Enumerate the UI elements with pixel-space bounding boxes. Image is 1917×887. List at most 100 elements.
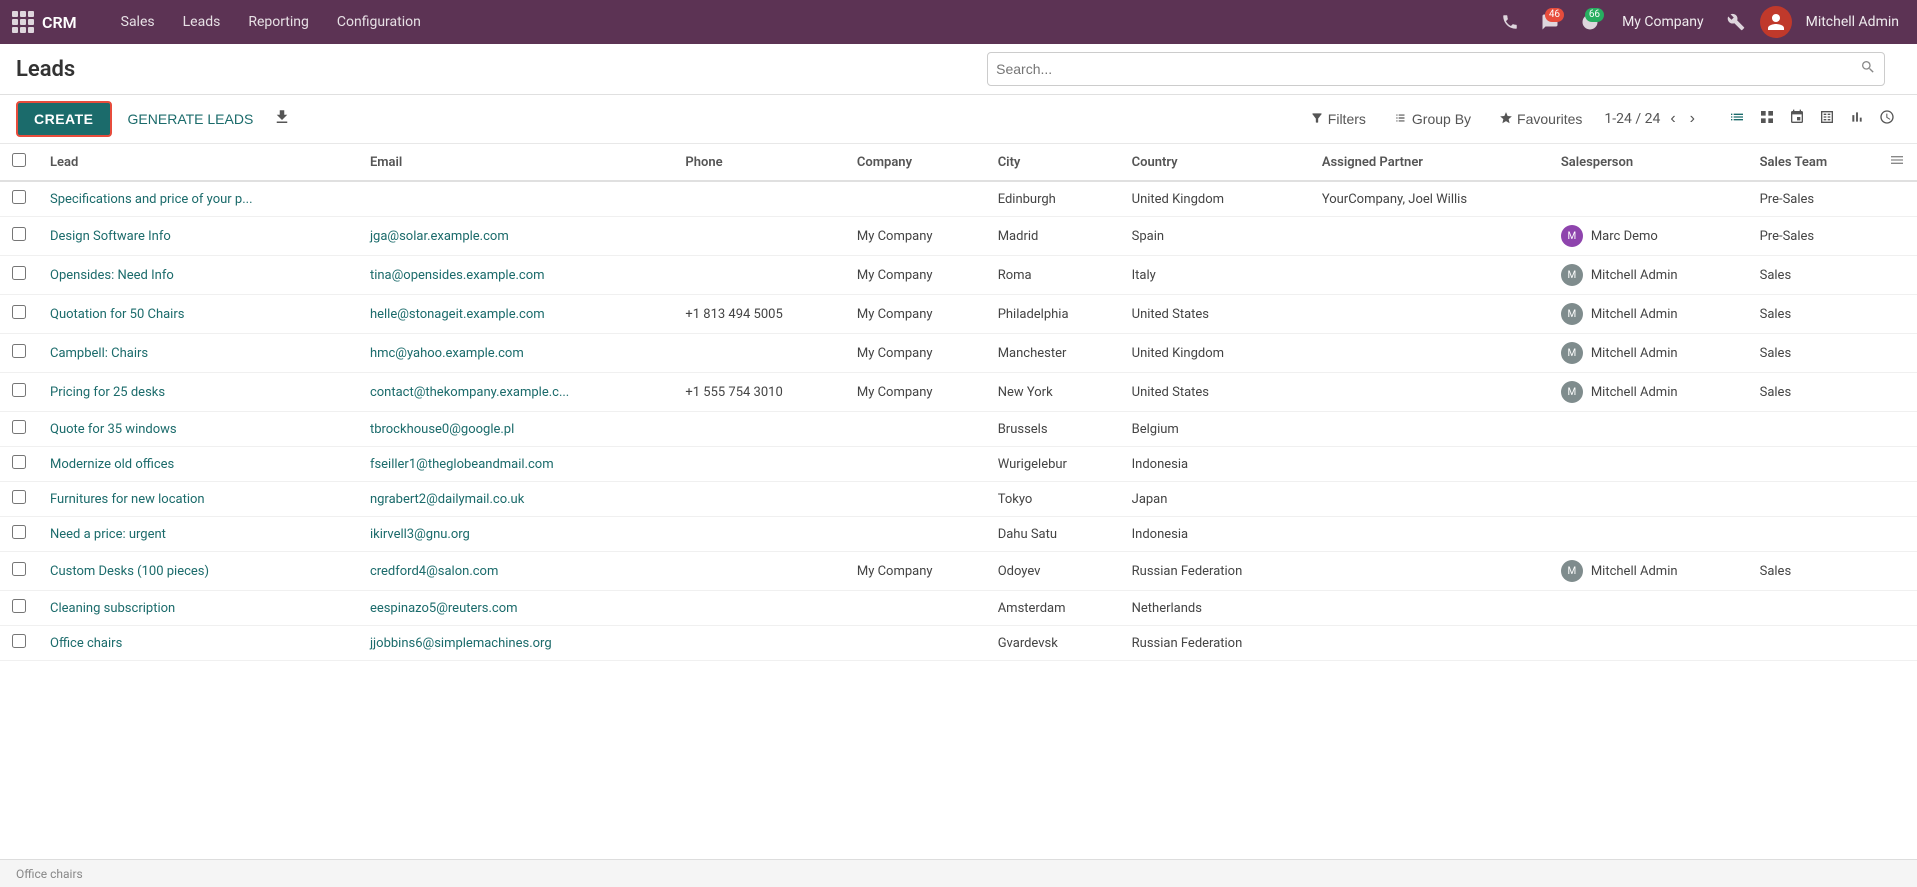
salesperson-avatar: M xyxy=(1561,342,1583,364)
lead-name-cell[interactable]: Modernize old offices xyxy=(38,447,358,482)
table-view-button[interactable] xyxy=(1813,105,1841,134)
lead-name-cell[interactable]: Opensides: Need Info xyxy=(38,256,358,295)
company-name[interactable]: My Company xyxy=(1614,14,1712,30)
calendar-view-button[interactable] xyxy=(1783,105,1811,134)
user-name[interactable]: Mitchell Admin xyxy=(1800,14,1905,30)
row-checkbox[interactable] xyxy=(12,420,26,434)
email-link[interactable]: tina@opensides.example.com xyxy=(370,268,545,283)
email-link[interactable]: ikirvell3@gnu.org xyxy=(370,527,470,542)
nav-reporting[interactable]: Reporting xyxy=(236,10,321,34)
row-checkbox[interactable] xyxy=(12,383,26,397)
top-navigation: CRM Sales Leads Reporting Configuration … xyxy=(0,0,1917,44)
phone-icon-btn[interactable] xyxy=(1494,6,1526,38)
email-cell[interactable]: credford4@salon.com xyxy=(358,552,673,591)
email-link[interactable]: contact@thekompany.example.c... xyxy=(370,385,569,400)
email-link[interactable]: ngrabert2@dailymail.co.uk xyxy=(370,492,524,507)
table-row: Opensides: Need Info tina@opensides.examp… xyxy=(0,256,1917,295)
generate-leads-button[interactable]: GENERATE LEADS xyxy=(120,107,262,131)
lead-name-cell[interactable]: Quotation for 50 Chairs xyxy=(38,295,358,334)
favourites-button[interactable]: Favourites xyxy=(1493,107,1588,132)
row-checkbox[interactable] xyxy=(12,305,26,319)
col-settings[interactable] xyxy=(1877,144,1917,181)
email-cell[interactable]: ngrabert2@dailymail.co.uk xyxy=(358,482,673,517)
row-checkbox[interactable] xyxy=(12,525,26,539)
download-button[interactable] xyxy=(269,104,295,135)
email-link[interactable]: helle@stonageit.example.com xyxy=(370,307,545,322)
next-page-button[interactable]: › xyxy=(1686,108,1699,130)
lead-name-cell[interactable]: Custom Desks (100 pieces) xyxy=(38,552,358,591)
status-text: Office chairs xyxy=(16,867,83,881)
row-checkbox[interactable] xyxy=(12,490,26,504)
email-link[interactable]: fseiller1@theglobeandmail.com xyxy=(370,457,554,472)
select-all-header[interactable] xyxy=(0,144,38,181)
email-cell[interactable]: hmc@yahoo.example.com xyxy=(358,334,673,373)
kanban-view-button[interactable] xyxy=(1753,105,1781,134)
wrench-icon-btn[interactable] xyxy=(1720,6,1752,38)
lead-name-cell[interactable]: Need a price: urgent xyxy=(38,517,358,552)
email-cell[interactable]: jga@solar.example.com xyxy=(358,217,673,256)
lead-name-cell[interactable]: Furnitures for new location xyxy=(38,482,358,517)
email-link[interactable]: jga@solar.example.com xyxy=(370,229,509,244)
phone-cell xyxy=(673,482,845,517)
city-cell: Manchester xyxy=(986,334,1120,373)
city-cell: Brussels xyxy=(986,412,1120,447)
email-link[interactable]: hmc@yahoo.example.com xyxy=(370,346,524,361)
row-checkbox[interactable] xyxy=(12,599,26,613)
row-checkbox-cell xyxy=(0,626,38,661)
lead-name-cell[interactable]: Cleaning subscription xyxy=(38,591,358,626)
row-checkbox[interactable] xyxy=(12,190,26,204)
email-link[interactable]: eespinazo5@reuters.com xyxy=(370,601,518,616)
row-checkbox[interactable] xyxy=(12,455,26,469)
search-icon[interactable] xyxy=(1860,59,1876,79)
search-bar xyxy=(987,52,1885,86)
row-checkbox[interactable] xyxy=(12,266,26,280)
chat-icon-btn[interactable]: 46 xyxy=(1534,6,1566,38)
clock-view-button[interactable] xyxy=(1873,105,1901,134)
email-cell[interactable]: tina@opensides.example.com xyxy=(358,256,673,295)
lead-name-cell[interactable]: Pricing for 25 desks xyxy=(38,373,358,412)
row-checkbox[interactable] xyxy=(12,227,26,241)
prev-page-button[interactable]: ‹ xyxy=(1666,108,1679,130)
chart-view-button[interactable] xyxy=(1843,105,1871,134)
lead-name-cell[interactable]: Specifications and price of your p... xyxy=(38,181,358,217)
email-link[interactable]: tbrockhouse0@google.pl xyxy=(370,422,514,437)
filters-button[interactable]: Filters xyxy=(1304,107,1372,132)
search-input[interactable] xyxy=(996,61,1860,77)
email-cell[interactable]: tbrockhouse0@google.pl xyxy=(358,412,673,447)
phone-cell xyxy=(673,181,845,217)
email-cell[interactable]: jjobbins6@simplemachines.org xyxy=(358,626,673,661)
lead-name-cell[interactable]: Campbell: Chairs xyxy=(38,334,358,373)
nav-sales[interactable]: Sales xyxy=(109,10,167,34)
list-view-button[interactable] xyxy=(1723,105,1751,134)
email-cell[interactable]: contact@thekompany.example.c... xyxy=(358,373,673,412)
email-cell[interactable]: helle@stonageit.example.com xyxy=(358,295,673,334)
row-checkbox-cell xyxy=(0,552,38,591)
table-row: Custom Desks (100 pieces) credford4@salon… xyxy=(0,552,1917,591)
email-cell[interactable]: eespinazo5@reuters.com xyxy=(358,591,673,626)
row-checkbox[interactable] xyxy=(12,562,26,576)
nav-leads[interactable]: Leads xyxy=(171,10,233,34)
group-by-button[interactable]: Group By xyxy=(1388,107,1477,132)
lead-name-cell[interactable]: Quote for 35 windows xyxy=(38,412,358,447)
lead-name-cell[interactable]: Design Software Info xyxy=(38,217,358,256)
email-cell[interactable]: ikirvell3@gnu.org xyxy=(358,517,673,552)
row-checkbox[interactable] xyxy=(12,634,26,648)
nav-configuration[interactable]: Configuration xyxy=(325,10,433,34)
email-cell[interactable]: fseiller1@theglobeandmail.com xyxy=(358,447,673,482)
create-button[interactable]: CREATE xyxy=(16,101,112,137)
activity-icon-btn[interactable]: 66 xyxy=(1574,6,1606,38)
table-row: Furnitures for new location ngrabert2@dai… xyxy=(0,482,1917,517)
country-cell: United States xyxy=(1120,295,1310,334)
city-cell: Dahu Satu xyxy=(986,517,1120,552)
user-avatar[interactable] xyxy=(1760,6,1792,38)
salesperson-cell xyxy=(1549,181,1748,217)
lead-name-cell[interactable]: Office chairs xyxy=(38,626,358,661)
app-logo[interactable]: CRM xyxy=(12,11,93,33)
row-settings-cell xyxy=(1877,217,1917,256)
sales-team-cell xyxy=(1748,447,1877,482)
row-checkbox[interactable] xyxy=(12,344,26,358)
select-all-checkbox[interactable] xyxy=(12,153,26,167)
email-link[interactable]: jjobbins6@simplemachines.org xyxy=(370,636,552,651)
row-checkbox-cell xyxy=(0,295,38,334)
email-link[interactable]: credford4@salon.com xyxy=(370,564,498,579)
